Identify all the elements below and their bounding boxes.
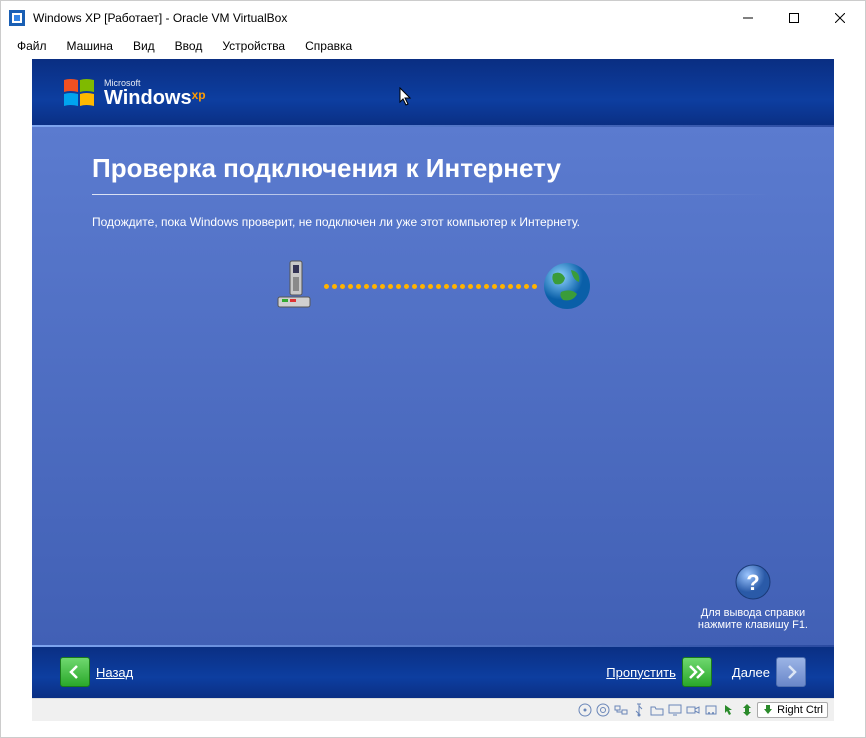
host-menubar: Файл Машина Вид Ввод Устройства Справка (1, 35, 865, 57)
mouse-integration-icon[interactable] (721, 702, 737, 718)
menu-view[interactable]: Вид (123, 37, 165, 55)
next-label: Далее (732, 665, 770, 680)
hard-disk-icon[interactable] (595, 702, 611, 718)
connection-dots (324, 284, 537, 289)
vbox-statusbar: Right Ctrl (32, 698, 834, 721)
skip-button[interactable] (682, 657, 712, 687)
maximize-button[interactable] (771, 3, 817, 33)
window-title: Windows XP [Работает] - Oracle VM Virtua… (33, 11, 725, 25)
usb-icon[interactable] (631, 702, 647, 718)
help-icon: ? (735, 564, 771, 600)
back-button[interactable] (60, 657, 90, 687)
help-hint: ? Для вывода справки нажмите клавишу F1. (698, 564, 808, 631)
host-titlebar: Windows XP [Работает] - Oracle VM Virtua… (1, 1, 865, 35)
optical-drive-icon[interactable] (577, 702, 593, 718)
menu-file[interactable]: Файл (7, 37, 57, 55)
menu-devices[interactable]: Устройства (212, 37, 295, 55)
recording-icon[interactable] (685, 702, 701, 718)
arrow-down-icon (762, 704, 774, 716)
menu-help[interactable]: Справка (295, 37, 362, 55)
close-button[interactable] (817, 3, 863, 33)
host-key-indicator[interactable]: Right Ctrl (757, 702, 828, 718)
xp-body: Проверка подключения к Интернету Подожди… (32, 127, 834, 645)
menu-machine[interactable]: Машина (57, 37, 123, 55)
help-text-line1: Для вывода справки (698, 607, 808, 619)
modem-icon (274, 259, 320, 313)
heading-divider (92, 194, 774, 195)
globe-icon (541, 260, 593, 312)
connection-diagram (32, 259, 834, 313)
svg-text:?: ? (746, 570, 759, 595)
windows-flag-icon (62, 76, 96, 110)
minimize-button[interactable] (725, 3, 771, 33)
audio-icon[interactable] (703, 702, 719, 718)
skip-label[interactable]: Пропустить (606, 665, 676, 680)
windows-logo-text: Microsoft Windowsxp (104, 79, 206, 108)
next-button (776, 657, 806, 687)
page-heading: Проверка подключения к Интернету (92, 153, 834, 184)
xp-footer: Назад Пропустить Далее (32, 645, 834, 699)
display-icon[interactable] (667, 702, 683, 718)
page-subtitle: Подождите, пока Windows проверит, не под… (92, 215, 774, 229)
guest-screen[interactable]: Microsoft Windowsxp Проверка подключения… (32, 59, 834, 699)
shared-folder-icon[interactable] (649, 702, 665, 718)
help-text-line2: нажмите клавишу F1. (698, 619, 808, 631)
back-label[interactable]: Назад (96, 665, 133, 680)
keyboard-capture-icon[interactable] (739, 702, 755, 718)
network-icon[interactable] (613, 702, 629, 718)
menu-input[interactable]: Ввод (165, 37, 213, 55)
virtualbox-icon (9, 10, 25, 26)
xp-header: Microsoft Windowsxp (32, 59, 834, 127)
